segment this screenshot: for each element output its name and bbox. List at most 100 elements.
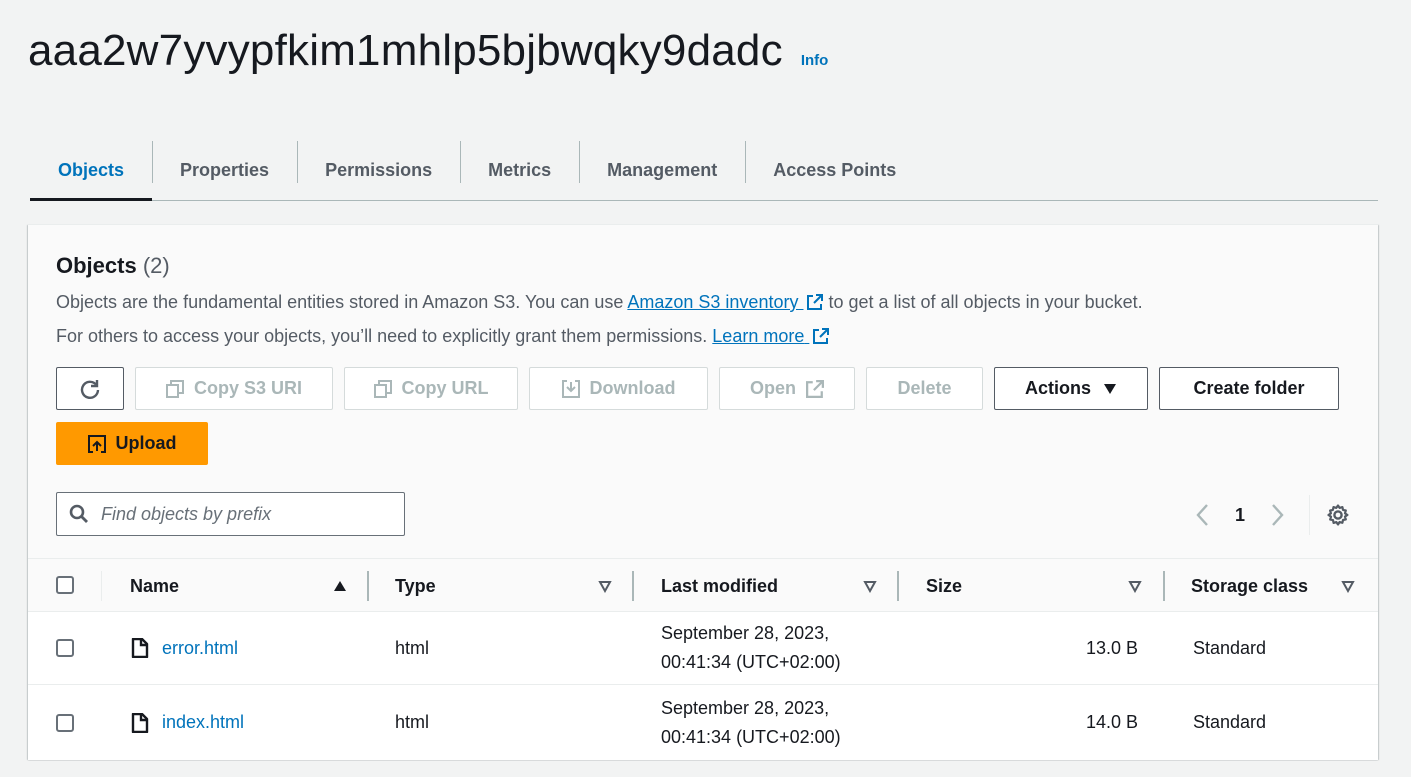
object-size: 14.0 B <box>1085 712 1138 732</box>
object-type: html <box>395 637 430 658</box>
upload-label: Upload <box>115 433 177 453</box>
pagination-divider <box>1309 495 1310 535</box>
time-line: 00:41:34 (UTC+02:00) <box>661 652 841 672</box>
desc-text-2: to get a list of all objects in your buc… <box>823 292 1143 312</box>
page-number-1[interactable]: 1 <box>1217 505 1263 526</box>
copy-icon <box>165 379 184 398</box>
create-folder-label: Create folder <box>1193 378 1305 398</box>
copy-url-button[interactable]: Copy URL <box>344 367 518 410</box>
row-checkbox[interactable] <box>56 713 74 732</box>
object-storage-class: Standard <box>1193 712 1267 732</box>
objects-heading: Objects (2) <box>56 253 170 279</box>
object-last-modified: September 28, 2023, 00:41:34 (UTC+02:00) <box>661 619 841 677</box>
external-link-icon <box>807 294 824 310</box>
column-divider[interactable] <box>1163 571 1165 601</box>
caret-down-icon <box>1104 383 1116 394</box>
open-button[interactable]: Open <box>719 367 855 410</box>
date-line: September 28, 2023, <box>661 697 830 718</box>
column-header-size[interactable]: Size <box>926 559 962 613</box>
objects-count: (2) <box>142 253 170 278</box>
tab-properties[interactable]: Properties <box>152 141 297 200</box>
object-link[interactable]: error.html <box>162 638 238 659</box>
chevron-left-icon <box>1196 504 1208 526</box>
actions-dropdown-button[interactable]: Actions <box>994 367 1148 410</box>
s3-inventory-link-label: Amazon S3 inventory <box>627 292 799 312</box>
download-label: Download <box>589 378 676 398</box>
chevron-right-icon <box>1272 504 1284 526</box>
column-divider[interactable] <box>632 571 634 601</box>
s3-inventory-link[interactable]: Amazon S3 inventory <box>627 292 824 312</box>
upload-icon <box>87 434 106 453</box>
select-all-checkbox[interactable] <box>56 576 74 594</box>
object-link[interactable]: index.html <box>162 712 244 733</box>
tab-metrics[interactable]: Metrics <box>460 141 579 200</box>
learn-more-link-label: Learn more <box>712 326 805 346</box>
previous-page-button[interactable] <box>1187 500 1217 530</box>
learn-more-link[interactable]: Learn more <box>712 326 830 346</box>
objects-container: Objects (2) Objects are the fundamental … <box>28 224 1378 760</box>
table-header: Name Type Last modified Size Storage cla… <box>28 558 1378 612</box>
delete-label: Delete <box>897 378 952 398</box>
object-name-cell: error.html <box>131 638 238 659</box>
object-size: 13.0 B <box>1085 637 1138 658</box>
open-label: Open <box>749 378 796 398</box>
tab-permissions[interactable]: Permissions <box>297 141 460 200</box>
external-link-icon <box>813 328 830 344</box>
column-header-type[interactable]: Type <box>395 559 436 613</box>
object-type: html <box>395 712 430 732</box>
object-last-modified: September 28, 2023, 00:41:34 (UTC+02:00) <box>661 694 841 752</box>
download-icon <box>561 379 580 398</box>
copy-url-label: Copy URL <box>401 378 489 398</box>
object-storage-class: Standard <box>1193 637 1267 658</box>
column-divider[interactable] <box>897 571 899 601</box>
refresh-icon <box>80 379 100 399</box>
bucket-tabs: Objects Properties Permissions Metrics M… <box>30 141 1378 201</box>
page-header: aaa2w7yvypfkim1mhlp5bjbwqky9dadc Info <box>28 26 828 76</box>
objects-table: Name Type Last modified Size Storage cla… <box>28 558 1378 760</box>
refresh-button[interactable] <box>56 367 124 410</box>
upload-button[interactable]: Upload <box>56 422 208 465</box>
objects-heading-label: Objects <box>56 253 137 278</box>
tab-objects[interactable]: Objects <box>30 141 153 201</box>
next-page-button[interactable] <box>1263 500 1293 530</box>
sort-icon[interactable] <box>863 579 877 593</box>
objects-description-line1: Objects are the fundamental entities sto… <box>56 292 1143 313</box>
desc-text-1: Objects are the fundamental entities sto… <box>56 292 628 312</box>
column-divider[interactable] <box>367 571 369 601</box>
actions-label: Actions <box>1024 378 1091 398</box>
sort-ascending-icon[interactable] <box>333 579 347 593</box>
file-icon <box>131 712 149 733</box>
column-header-storage-class[interactable]: Storage class <box>1191 559 1308 613</box>
copy-icon <box>373 379 392 398</box>
table-row: index.html html September 28, 2023, 00:4… <box>28 685 1378 760</box>
sort-icon[interactable] <box>598 579 612 593</box>
copy-s3-uri-label: Copy S3 URI <box>193 378 303 398</box>
tab-access-points[interactable]: Access Points <box>745 141 924 200</box>
pagination: 1 <box>1187 495 1350 535</box>
file-icon <box>131 638 149 658</box>
sort-icon[interactable] <box>1128 579 1142 593</box>
copy-s3-uri-button[interactable]: Copy S3 URI <box>135 367 333 410</box>
delete-button[interactable]: Delete <box>866 367 983 410</box>
bucket-name-title: aaa2w7yvypfkim1mhlp5bjbwqky9dadc <box>28 26 783 75</box>
find-objects-input[interactable] <box>101 503 381 525</box>
column-divider <box>101 571 102 601</box>
row-checkbox[interactable] <box>56 639 74 657</box>
gear-icon[interactable] <box>1326 503 1350 527</box>
s3-bucket-page: aaa2w7yvypfkim1mhlp5bjbwqky9dadc Info Ob… <box>0 0 1411 777</box>
objects-description-line2: For others to access your objects, you’l… <box>56 326 830 347</box>
table-row: error.html html September 28, 2023, 00:4… <box>28 612 1378 685</box>
create-folder-button[interactable]: Create folder <box>1159 367 1339 410</box>
download-button[interactable]: Download <box>529 367 708 410</box>
object-name-cell: index.html <box>131 712 244 733</box>
desc-text-3: For others to access your objects, you’l… <box>56 326 713 346</box>
find-objects-search <box>56 492 405 536</box>
date-line: September 28, 2023, <box>661 623 830 643</box>
tab-management[interactable]: Management <box>579 141 745 200</box>
info-link[interactable]: Info <box>801 52 829 69</box>
column-header-last-modified[interactable]: Last modified <box>661 559 778 613</box>
column-header-name[interactable]: Name <box>130 559 179 613</box>
search-icon <box>69 504 88 523</box>
external-link-icon <box>806 379 824 398</box>
sort-icon[interactable] <box>1341 579 1355 593</box>
